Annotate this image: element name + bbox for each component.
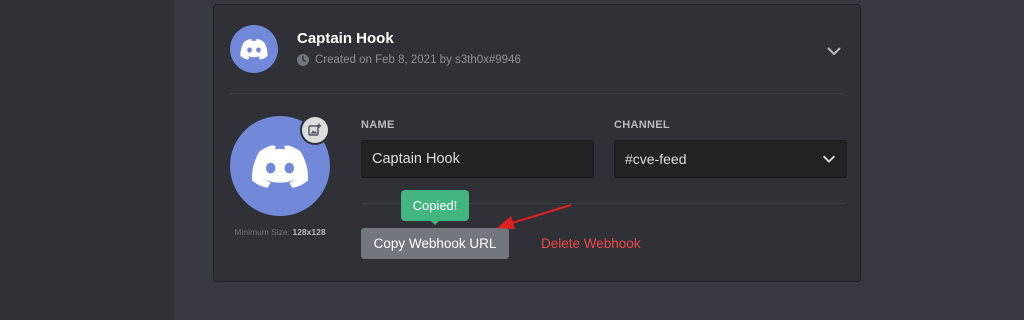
copy-webhook-url-button[interactable]: Copy Webhook URL <box>361 228 509 259</box>
channel-select[interactable]: #cve-feed <box>614 140 847 178</box>
min-size-label: Minimum Size: <box>234 227 291 237</box>
discord-logo-icon <box>251 145 309 188</box>
discord-logo-icon <box>240 39 268 60</box>
webhook-avatar <box>230 25 278 73</box>
clock-icon <box>297 54 309 66</box>
divider <box>230 93 844 94</box>
left-sidebar <box>0 0 174 320</box>
webhook-title: Captain Hook <box>297 30 394 47</box>
min-size-value: 128x128 <box>292 227 326 237</box>
image-add-icon <box>308 123 322 136</box>
name-label: NAME <box>361 119 395 131</box>
channel-value: #cve-feed <box>625 151 687 167</box>
minimum-size-hint: Minimum Size: 128x128 <box>230 227 330 237</box>
tooltip-pointer <box>430 220 440 225</box>
copied-tooltip: Copied! <box>401 190 469 221</box>
webhook-card: Captain Hook Created on Feb 8, 2021 by s… <box>213 4 861 282</box>
webhook-meta: Created on Feb 8, 2021 by s3th0x#9946 <box>297 54 521 66</box>
chevron-down-icon[interactable] <box>826 43 842 59</box>
created-text: Created on Feb 8, 2021 by s3th0x#9946 <box>315 54 521 66</box>
name-input[interactable] <box>361 140 594 178</box>
channel-label: CHANNEL <box>614 119 670 131</box>
delete-webhook-button[interactable]: Delete Webhook <box>541 236 641 251</box>
upload-avatar-button[interactable] <box>302 117 328 143</box>
chevron-down-icon <box>823 155 835 163</box>
